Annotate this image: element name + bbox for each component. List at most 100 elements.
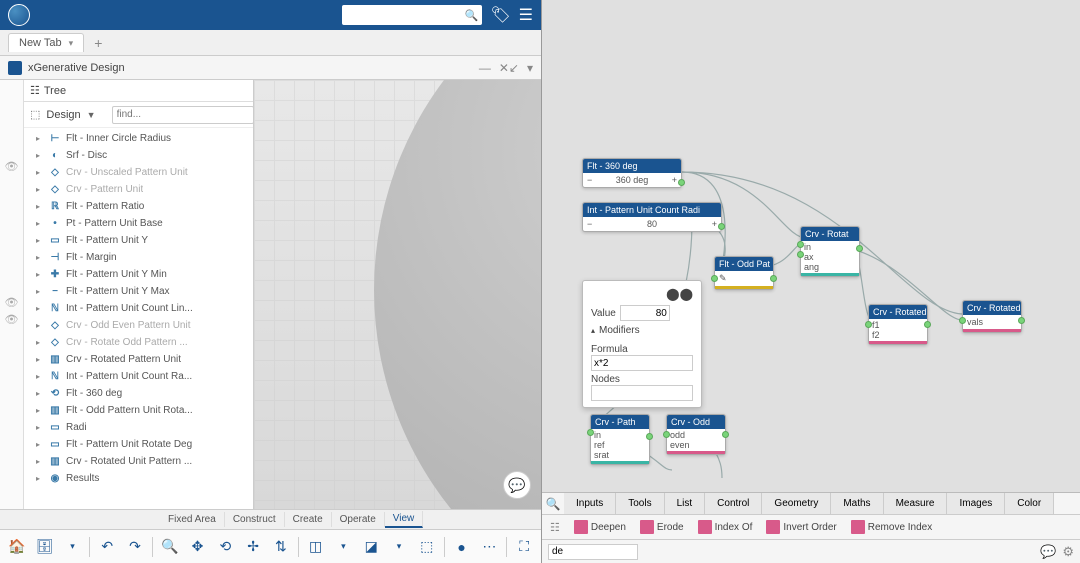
plus-icon[interactable]: + — [672, 175, 677, 185]
value-popup[interactable]: ⬤⬤ Value ▴Modifiers Formula Nodes — [582, 280, 702, 408]
wireframe-icon[interactable]: ⬚ — [416, 536, 438, 558]
operation-button[interactable]: Remove Index — [851, 520, 932, 534]
move-icon[interactable]: ✢ — [242, 536, 264, 558]
collapse-icon[interactable]: ✕↙ — [499, 61, 519, 75]
dots-icon[interactable]: ⋯ — [478, 536, 500, 558]
3d-viewport[interactable]: 💬 — [254, 80, 541, 509]
category-tab[interactable]: List — [665, 493, 706, 514]
caret-icon[interactable]: ▸ — [36, 389, 44, 398]
tree-item[interactable]: ▸◇Crv - Unscaled Pattern Unit — [24, 164, 253, 181]
tree-item[interactable]: ▸ℕInt - Pattern Unit Count Ra... — [24, 368, 253, 385]
tree-item[interactable]: ▸◐Srf - Disc — [24, 147, 253, 164]
caret-icon[interactable]: ▸ — [36, 202, 44, 211]
tree-item[interactable]: ▸⊣Flt - Margin — [24, 249, 253, 266]
category-tab[interactable]: Inputs — [564, 493, 616, 514]
chevron-down-icon[interactable]: ▾ — [69, 38, 74, 48]
caret-icon[interactable]: ▸ — [36, 270, 44, 279]
collapse-caret-icon[interactable]: ▴ — [591, 326, 595, 335]
visibility-toggle-icon[interactable]: 👁 — [0, 313, 23, 330]
node-graph-canvas[interactable]: Flt - 360 deg −360 deg+ Int - Pattern Un… — [542, 0, 1080, 492]
tree-item[interactable]: ▸◇Crv - Rotate Odd Pattern ... — [24, 334, 253, 351]
caret-icon[interactable]: ▸ — [36, 185, 44, 194]
tree-item[interactable]: ▸⊢Flt - Inner Circle Radius — [24, 130, 253, 147]
arrows-icon[interactable]: ⇅ — [270, 536, 292, 558]
caret-icon[interactable]: ▸ — [36, 355, 44, 364]
nodes-input[interactable] — [591, 385, 693, 401]
cube-icon[interactable]: ◫ — [305, 536, 327, 558]
caret-icon[interactable]: ▸ — [36, 219, 44, 228]
tag-icon[interactable]: 🏷 — [490, 5, 510, 25]
caret-icon[interactable]: ▸ — [36, 457, 44, 466]
operation-button[interactable]: Index Of — [698, 520, 753, 534]
caret-icon[interactable]: ▸ — [36, 321, 44, 330]
node-crv-rotat[interactable]: Crv - Rotat in ax ang — [800, 226, 860, 277]
comment-icon[interactable]: 💬 — [1040, 544, 1056, 560]
tree-item[interactable]: ▸◇Crv - Pattern Unit — [24, 181, 253, 198]
shaded-cube-icon[interactable]: ◪ — [360, 536, 382, 558]
caret-icon[interactable]: ▸ — [36, 423, 44, 432]
search-icon[interactable]: 🔍 — [465, 9, 479, 22]
pan-icon[interactable]: ✥ — [187, 536, 209, 558]
category-tab[interactable]: Tools — [616, 493, 664, 514]
cube-dropdown-icon[interactable]: ▾ — [333, 536, 355, 558]
design-dropdown-icon[interactable]: ▼ — [87, 110, 96, 120]
filter-input[interactable] — [548, 544, 638, 560]
ribbon-tab[interactable]: Operate — [332, 512, 385, 527]
sphere-icon[interactable]: ● — [451, 536, 473, 558]
tree-list[interactable]: ▸⊢Flt - Inner Circle Radius▸◐Srf - Disc▸… — [24, 128, 253, 509]
node-crv-odd[interactable]: Crv - Odd odd even — [666, 414, 726, 455]
caret-icon[interactable]: ▸ — [36, 236, 44, 245]
category-tab[interactable]: Measure — [884, 493, 948, 514]
caret-icon[interactable]: ▸ — [36, 304, 44, 313]
menu-icon[interactable]: ☰ — [519, 5, 533, 25]
caret-icon[interactable]: ▸ — [36, 338, 44, 347]
node-flt-360deg[interactable]: Flt - 360 deg −360 deg+ — [582, 158, 682, 188]
tree-item[interactable]: ▸◇Crv - Odd Even Pattern Unit — [24, 317, 253, 334]
ribbon-tab[interactable]: View — [385, 511, 424, 528]
shaded-dropdown-icon[interactable]: ▾ — [388, 536, 410, 558]
category-tab[interactable]: Control — [705, 493, 762, 514]
tree-item[interactable]: ▸✚Flt - Pattern Unit Y Min — [24, 266, 253, 283]
caret-icon[interactable]: ▸ — [36, 134, 44, 143]
minimize-icon[interactable]: — — [479, 61, 491, 75]
operation-button[interactable]: Deepen — [574, 520, 626, 534]
chevron-down-icon[interactable]: ▾ — [527, 61, 533, 75]
minus-icon[interactable]: − — [587, 175, 592, 185]
ribbon-tab[interactable]: Create — [285, 512, 332, 527]
node-crv-path[interactable]: Crv - Path in ref srat — [590, 414, 650, 465]
tree-item[interactable]: ▸ℝFlt - Pattern Ratio — [24, 198, 253, 215]
operation-button[interactable]: Erode — [640, 520, 684, 534]
visibility-toggle-icon[interactable]: 👁 — [0, 296, 23, 313]
formula-input[interactable] — [591, 355, 693, 371]
tree-item[interactable]: ▸▭Flt - Pattern Unit Y — [24, 232, 253, 249]
find-input[interactable] — [112, 106, 254, 124]
caret-icon[interactable]: ▸ — [36, 287, 44, 296]
tree-item[interactable]: ▸▭Radi — [24, 419, 253, 436]
tree-item[interactable]: ▸▭Flt - Pattern Unit Rotate Deg — [24, 436, 253, 453]
caret-icon[interactable]: ▸ — [36, 151, 44, 160]
expand-icon[interactable]: ⛶ — [513, 536, 535, 558]
home-icon[interactable]: 🏠 — [6, 536, 28, 558]
caret-icon[interactable]: ▸ — [36, 474, 44, 483]
rotate-icon[interactable]: ⟲ — [214, 536, 236, 558]
tree-item[interactable]: ▸⟲Flt - 360 deg — [24, 385, 253, 402]
operation-button[interactable]: Invert Order — [766, 520, 836, 534]
category-tab[interactable]: Images — [947, 493, 1005, 514]
database-icon[interactable]: 🗄 — [34, 536, 56, 558]
category-tab[interactable]: Geometry — [762, 493, 831, 514]
caret-icon[interactable]: ▸ — [36, 406, 44, 415]
value-input[interactable] — [620, 305, 670, 321]
edit-icon[interactable]: ✎ — [719, 273, 727, 284]
ribbon-tab[interactable]: Fixed Area — [160, 512, 225, 527]
add-tab-button[interactable]: + — [88, 35, 108, 51]
global-search[interactable]: 🔍 — [342, 5, 482, 25]
caret-icon[interactable]: ▸ — [36, 168, 44, 177]
minus-icon[interactable]: − — [587, 219, 592, 229]
caret-icon[interactable]: ▸ — [36, 253, 44, 262]
settings-icon[interactable]: ⚙ — [1062, 544, 1074, 560]
undo-icon[interactable]: ↶ — [96, 536, 118, 558]
chat-bubble-icon[interactable]: 💬 — [503, 471, 531, 499]
global-search-input[interactable] — [346, 10, 464, 21]
visibility-toggle-icon[interactable]: 👁 — [0, 160, 23, 177]
tab-new[interactable]: New Tab ▾ — [8, 33, 84, 52]
